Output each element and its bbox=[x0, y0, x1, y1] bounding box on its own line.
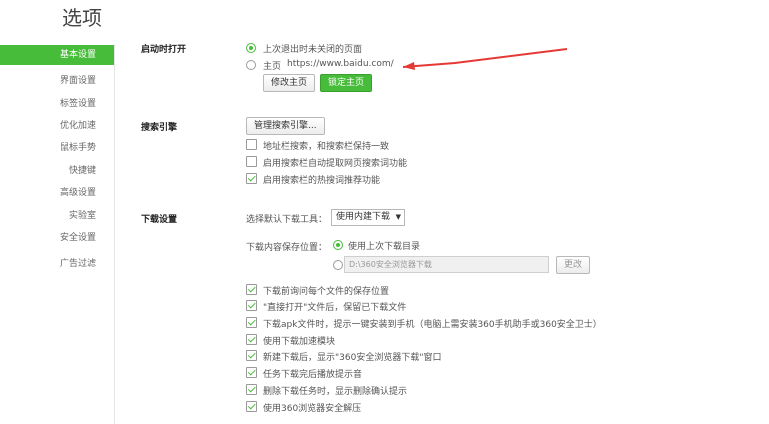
search-section-label: 搜索引擎 bbox=[141, 123, 178, 133]
manage-search-engines-button[interactable]: 管理搜索引擎... bbox=[246, 117, 325, 135]
download-option-label-7: 删除下载任务时，显示删除确认提示 bbox=[263, 387, 408, 397]
download-option-label-1: 下载前询问每个文件的保存位置 bbox=[263, 287, 390, 297]
download-tool-label: 选择默认下载工具： bbox=[246, 215, 328, 225]
search-option-label-1: 地址栏搜索，和搜索栏保持一致 bbox=[263, 142, 390, 152]
download-option-checkbox-5[interactable] bbox=[246, 350, 257, 361]
change-path-button[interactable]: 更改 bbox=[556, 256, 591, 274]
download-radio-last-dir[interactable] bbox=[333, 240, 343, 250]
download-option-checkbox-8[interactable] bbox=[246, 401, 257, 412]
download-tool-value: 使用内建下载 bbox=[336, 212, 391, 222]
search-option-label-2: 启用搜索栏自动提取网页搜索词功能 bbox=[263, 159, 408, 169]
download-option-checkbox-2[interactable] bbox=[246, 300, 257, 311]
download-option-label-8: 使用360浏览器安全解压 bbox=[263, 404, 362, 414]
search-option-checkbox-2[interactable] bbox=[246, 156, 257, 167]
download-option-label-2: "直接打开"文件后，保留已下载文件 bbox=[263, 303, 407, 313]
download-option-label-6: 任务下载完后播放提示音 bbox=[263, 370, 363, 380]
download-option-checkbox-1[interactable] bbox=[246, 284, 257, 295]
download-option-checkbox-4[interactable] bbox=[246, 334, 257, 345]
download-option-label-5: 新建下载后，显示"360安全浏览器下载"窗口 bbox=[263, 353, 442, 363]
download-option-last-dir-label: 使用上次下载目录 bbox=[348, 242, 421, 252]
download-radio-custom-dir[interactable] bbox=[333, 260, 343, 270]
download-section-label: 下载设置 bbox=[141, 215, 178, 225]
search-option-checkbox-3[interactable] bbox=[246, 173, 257, 184]
download-option-checkbox-3[interactable] bbox=[246, 317, 257, 328]
search-option-label-3: 启用搜索栏的热搜词推荐功能 bbox=[263, 176, 381, 186]
download-option-label-3: 下载apk文件时，提示一键安装到手机（电脑上需安装360手机助手或360安全卫士… bbox=[263, 320, 602, 330]
download-option-checkbox-7[interactable] bbox=[246, 384, 257, 395]
download-path-label: 下载内容保存位置： bbox=[246, 243, 328, 253]
search-option-checkbox-1[interactable] bbox=[246, 139, 257, 150]
download-option-checkbox-6[interactable] bbox=[246, 367, 257, 378]
download-path-input[interactable]: D:\360安全浏览器下载 bbox=[344, 256, 549, 273]
chevron-down-icon: ▼ bbox=[395, 213, 402, 221]
download-option-label-4: 使用下载加速模块 bbox=[263, 337, 336, 347]
download-tool-select[interactable]: 使用内建下载 ▼ bbox=[331, 209, 406, 226]
